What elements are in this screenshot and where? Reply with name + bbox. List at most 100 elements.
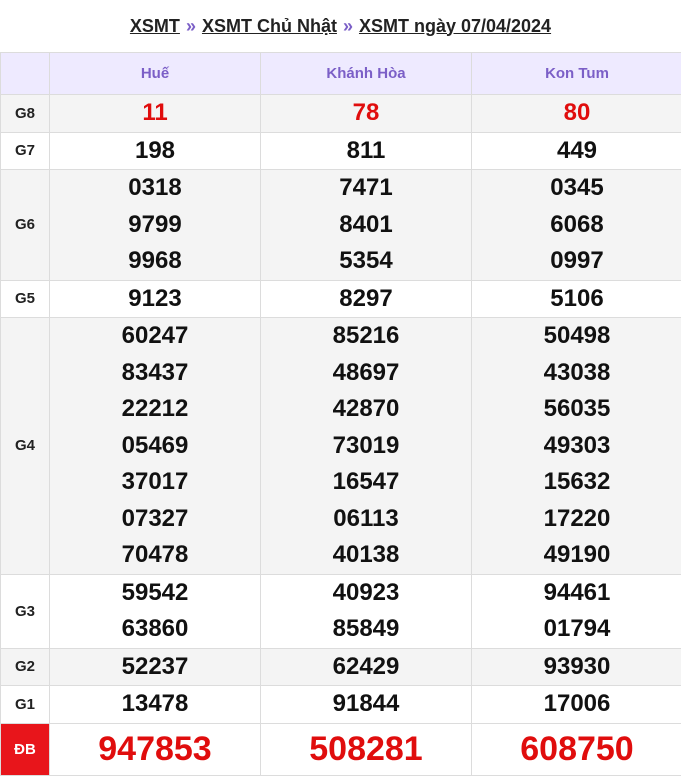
- prize-label: G3: [0, 573, 50, 649]
- prize-number: 198: [134, 136, 176, 164]
- prize-cell: 0318 9799 9968: [49, 169, 261, 281]
- prize-number: 93930: [543, 652, 611, 680]
- province-header-row: Huế Khánh Hòa Kon Tum: [0, 52, 681, 95]
- prize-number: 8297: [339, 284, 393, 312]
- prize-cell: 7471 8401 5354: [260, 169, 472, 281]
- prize-row-db: ĐB 947853 508281 608750: [0, 722, 681, 776]
- prize-label: ĐB: [0, 722, 50, 776]
- prize-number: 947853: [98, 729, 212, 768]
- prize-number: 94461: [543, 578, 611, 606]
- prize-number: 6068: [550, 210, 604, 238]
- prize-number: 42870: [332, 395, 400, 422]
- prize-cell: 947853: [49, 722, 261, 776]
- prize-row-g1: G1 13478 91844 17006: [0, 685, 681, 724]
- prize-number: 56035: [543, 395, 611, 422]
- prize-number: 85216: [332, 322, 400, 349]
- header-corner: [0, 52, 50, 95]
- prize-cell: 17006: [471, 685, 681, 724]
- breadcrumb-separator: »: [185, 15, 196, 36]
- prize-cell: 91844: [260, 685, 472, 724]
- prize-label: G2: [0, 647, 50, 686]
- prize-number: 508281: [309, 729, 423, 768]
- prize-number: 59542: [121, 578, 189, 606]
- prize-cell: 60247 83437 22212 05469 37017 07327 70478: [49, 317, 261, 575]
- prize-row-g6: G6 0318 9799 9968 7471 8401 5354 0345 6068 0997: [0, 169, 681, 281]
- breadcrumb-separator: »: [342, 15, 353, 36]
- prize-cell: 50498 43038 56035 49303 15632 17220 49190: [471, 317, 681, 575]
- prize-row-g2: G2 52237 62429 93930: [0, 647, 681, 686]
- prize-number: 5354: [339, 247, 393, 274]
- prize-number: 5106: [550, 284, 604, 312]
- prize-number: 0997: [550, 247, 604, 274]
- prize-row-g3: G3 59542 63860 40923 85849 94461 01794: [0, 573, 681, 649]
- prize-cell: 9123: [49, 279, 261, 318]
- prize-number: 48697: [332, 358, 400, 386]
- province-header-khanh-hoa: Khánh Hòa: [260, 52, 472, 95]
- breadcrumb-link-xsmt[interactable]: XSMT: [130, 16, 180, 37]
- prize-number: 43038: [543, 358, 611, 386]
- prize-cell: 811: [260, 131, 472, 170]
- prize-body: G8 11 78 80 G7 198 811 449 G6 0318 9799 9968 7471 840…: [0, 94, 681, 776]
- prize-cell: 40923 85849: [260, 573, 472, 649]
- prize-number: 78: [352, 99, 380, 126]
- prize-number: 0345: [550, 174, 604, 201]
- prize-number: 62429: [332, 652, 400, 680]
- prize-number: 7471: [339, 174, 393, 201]
- prize-cell: 93930: [471, 647, 681, 686]
- prize-number: 8401: [339, 210, 393, 238]
- prize-number: 83437: [121, 358, 189, 386]
- prize-number: 22212: [121, 395, 189, 422]
- prize-cell: 449: [471, 131, 681, 170]
- prize-label: G8: [0, 94, 50, 133]
- breadcrumb: XSMT » XSMT Chủ Nhật » XSMT ngày 07/04/2…: [0, 0, 681, 52]
- prize-cell: 13478: [49, 685, 261, 724]
- prize-label: G5: [0, 279, 50, 318]
- prize-number: 17006: [543, 690, 611, 717]
- prize-number: 63860: [121, 615, 189, 642]
- province-header-hue: Huế: [49, 52, 261, 95]
- prize-label: G6: [0, 169, 50, 281]
- prize-cell: 198: [49, 131, 261, 170]
- breadcrumb-link-xsmt-date[interactable]: XSMT ngày 07/04/2024: [359, 16, 551, 37]
- prize-number: 17220: [543, 504, 611, 532]
- prize-number: 52237: [121, 652, 189, 680]
- prize-number: 40138: [332, 541, 400, 568]
- prize-cell: 85216 48697 42870 73019 16547 06113 40138: [260, 317, 472, 575]
- prize-number: 40923: [332, 578, 400, 606]
- prize-number: 49303: [543, 431, 611, 459]
- prize-row-g7: G7 198 811 449: [0, 131, 681, 170]
- prize-number: 9799: [128, 210, 182, 238]
- prize-cell: 11: [49, 94, 261, 133]
- prize-number: 0318: [128, 174, 182, 201]
- prize-cell: 0345 6068 0997: [471, 169, 681, 281]
- prize-label: G7: [0, 131, 50, 170]
- prize-cell: 80: [471, 94, 681, 133]
- prize-number: 05469: [121, 431, 189, 459]
- prize-number: 70478: [121, 541, 189, 568]
- prize-row-g4: G4 60247 83437 22212 05469 37017 07327 70478 852…: [0, 317, 681, 575]
- prize-number: 15632: [543, 468, 611, 495]
- prize-cell: 8297: [260, 279, 472, 318]
- prize-number: 80: [563, 99, 591, 126]
- prize-number: 85849: [332, 615, 400, 642]
- prize-label: G1: [0, 685, 50, 724]
- prize-number: 11: [142, 99, 168, 126]
- breadcrumb-link-xsmt-sunday[interactable]: XSMT Chủ Nhật: [202, 16, 337, 37]
- prize-cell: 94461 01794: [471, 573, 681, 649]
- prize-number: 50498: [543, 322, 611, 349]
- prize-number: 37017: [121, 468, 189, 495]
- prize-cell: 608750: [471, 722, 681, 776]
- prize-number: 01794: [543, 615, 611, 642]
- prize-cell: 59542 63860: [49, 573, 261, 649]
- prize-row-g8: G8 11 78 80: [0, 94, 681, 133]
- province-header-kon-tum: Kon Tum: [471, 52, 681, 95]
- prize-number: 811: [346, 136, 386, 164]
- prize-number: 16547: [332, 468, 400, 495]
- results-table: Huế Khánh Hòa Kon Tum G8 11 78 80 G7 198 811 44…: [0, 52, 681, 776]
- prize-cell: 62429: [260, 647, 472, 686]
- prize-number: 06113: [333, 504, 399, 532]
- prize-number: 49190: [543, 541, 611, 568]
- prize-number: 60247: [121, 322, 189, 349]
- prize-number: 9123: [128, 284, 182, 312]
- prize-cell: 78: [260, 94, 472, 133]
